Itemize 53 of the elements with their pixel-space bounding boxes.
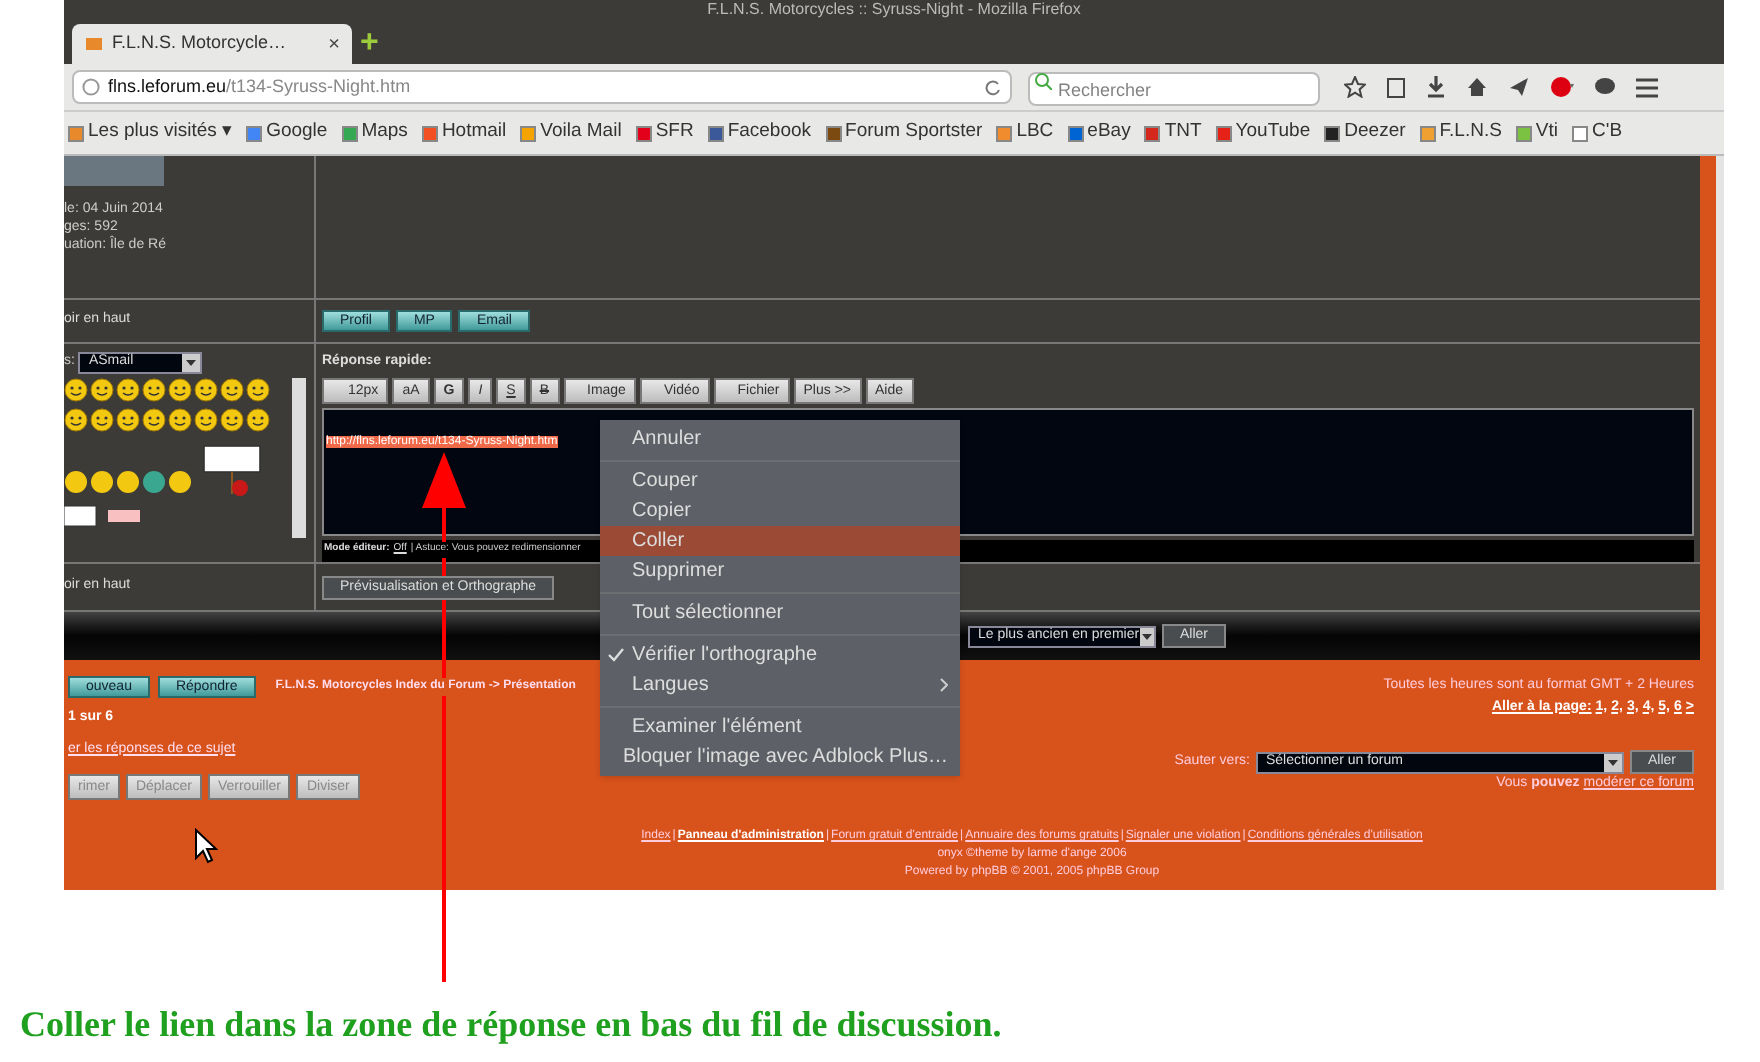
bookmark[interactable]: SFR xyxy=(635,118,694,148)
bookmark[interactable]: YouTube xyxy=(1215,118,1311,148)
bookmark[interactable]: TNT xyxy=(1144,118,1202,148)
clipboard-icon[interactable] xyxy=(1386,76,1406,98)
menu-item[interactable]: Tout sélectionner xyxy=(600,598,960,628)
photo-placeholder xyxy=(64,156,164,186)
bookmark[interactable]: Voila Mail xyxy=(520,118,622,148)
bookmark[interactable]: Vti xyxy=(1515,118,1559,148)
bookmark[interactable]: Hotmail xyxy=(421,118,507,148)
url-field[interactable]: flns.leforum.eu/t134-Syruss-Night.htm xyxy=(72,70,1012,104)
menu-item[interactable]: Couper xyxy=(600,466,960,496)
dropdown-arrow-icon xyxy=(1139,627,1154,645)
menu-item[interactable]: Langues xyxy=(600,670,960,700)
send-icon[interactable] xyxy=(1508,76,1530,98)
bookmark[interactable]: LBC xyxy=(996,118,1054,148)
new-tab-button[interactable]: + xyxy=(360,24,379,64)
tab-close-button[interactable]: × xyxy=(328,29,340,59)
tab-title: F.L.N.S. Motorcycle… xyxy=(112,30,289,57)
url-text: flns.leforum.eu/t134-Syruss-Night.htm xyxy=(108,73,413,100)
menu-icon[interactable] xyxy=(1636,77,1658,97)
search-field[interactable]: Rechercher xyxy=(1028,72,1320,106)
adblock-icon[interactable] xyxy=(1550,76,1574,98)
dropdown-arrow-icon xyxy=(182,354,201,372)
bookmark[interactable]: Les plus visités ▾ xyxy=(68,118,233,148)
menu-item[interactable]: Examiner l'élément xyxy=(600,712,960,742)
bookmark[interactable]: Maps xyxy=(341,118,408,148)
bookmark[interactable]: C'B xyxy=(1572,118,1623,148)
checkmark-icon xyxy=(608,648,624,662)
bookmark[interactable]: Deezer xyxy=(1324,118,1406,148)
menu-item[interactable]: Annuler xyxy=(600,424,960,454)
menu-item[interactable]: Copier xyxy=(600,496,960,526)
star-icon[interactable] xyxy=(1344,76,1366,98)
mouse-cursor-icon xyxy=(194,828,218,864)
chat-icon[interactable] xyxy=(1594,76,1616,98)
dropdown-arrow-icon xyxy=(1603,753,1622,771)
search-icon xyxy=(1034,71,1052,89)
menu-item[interactable]: Coller xyxy=(600,526,960,556)
bookmark[interactable]: Google xyxy=(246,118,328,148)
menu-item[interactable]: Vérifier l'orthographe xyxy=(600,640,960,670)
bookmark[interactable]: eBay xyxy=(1067,118,1131,148)
site-icon xyxy=(84,34,104,54)
instruction-caption: Coller le lien dans la zone de réponse en bas du fil de discussion. xyxy=(20,1004,1002,1044)
home-icon[interactable] xyxy=(1466,76,1488,98)
bookmark[interactable]: Facebook xyxy=(707,118,812,148)
bookmark[interactable]: Forum Sportster xyxy=(825,118,983,148)
browser-tab[interactable]: F.L.N.S. Motorcycle… × xyxy=(72,24,352,64)
menu-item[interactable]: Supprimer xyxy=(600,556,960,586)
globe-icon xyxy=(82,78,100,96)
download-icon[interactable] xyxy=(1426,76,1446,98)
bookmark[interactable]: F.L.N.S xyxy=(1419,118,1502,148)
window-title: F.L.N.S. Motorcycles :: Syruss-Night - Mozilla Firefox xyxy=(707,0,1081,20)
reload-icon xyxy=(984,78,1002,96)
menu-item[interactable]: Bloquer l'image avec Adblock Plus… xyxy=(600,742,960,772)
